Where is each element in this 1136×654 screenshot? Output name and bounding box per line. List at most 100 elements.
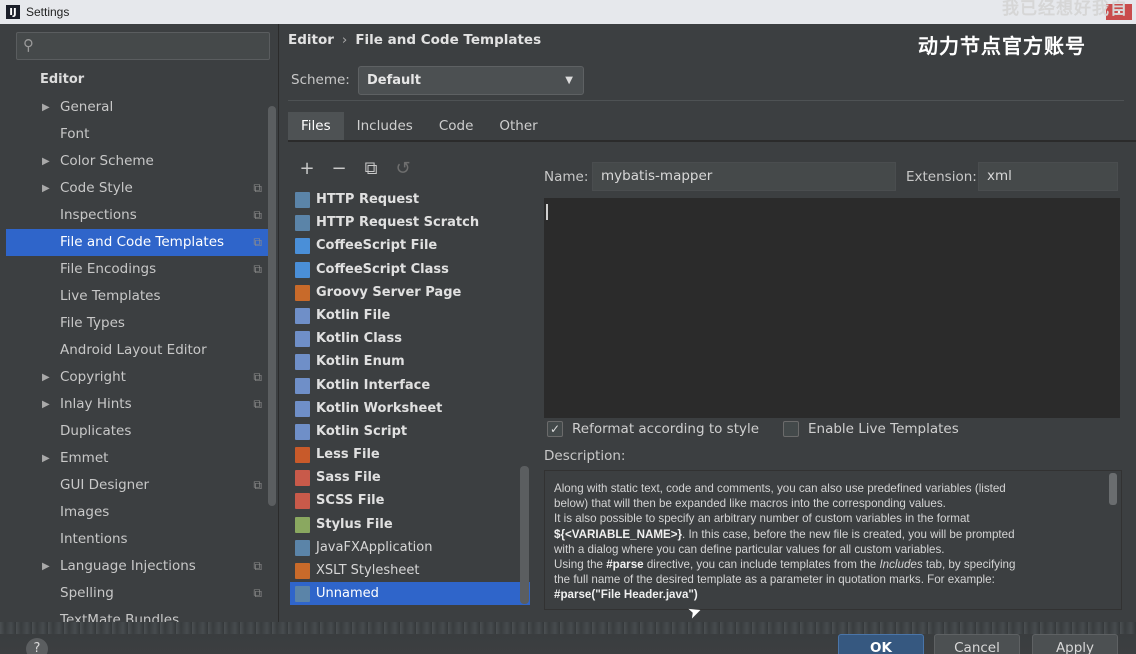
tree-item[interactable]: ▶ Inlay Hints ⧉ [6, 391, 268, 418]
breadcrumb-current: File and Code Templates [355, 32, 542, 48]
apply-button[interactable]: Apply [1032, 634, 1118, 654]
tree-item[interactable]: Intentions [6, 526, 268, 553]
template-list-item[interactable]: JavaFXApplication [290, 536, 530, 559]
template-label: CoffeeScript Class [316, 261, 449, 277]
text-caret [546, 204, 548, 220]
file-template-icon [295, 516, 310, 533]
tree-item[interactable]: Duplicates [6, 418, 268, 445]
template-list-item[interactable]: Unnamed [290, 582, 530, 606]
project-scope-icon: ⧉ [253, 208, 262, 222]
template-list-item[interactable]: Kotlin File [290, 304, 530, 327]
tree-item[interactable]: Font [6, 121, 268, 148]
template-list-item[interactable]: Kotlin Enum [290, 350, 530, 373]
scheme-label: Scheme: [291, 72, 350, 88]
tree-heading-editor[interactable]: Editor [40, 72, 84, 87]
tree-item[interactable]: File Encodings ⧉ [6, 256, 268, 283]
project-scope-icon: ⧉ [253, 397, 262, 411]
tree-item[interactable]: ▶ Copyright ⧉ [6, 364, 268, 391]
tab-files[interactable]: Files [288, 112, 344, 140]
tree-item[interactable]: Live Templates [6, 283, 268, 310]
template-list-item[interactable]: Stylus File [290, 513, 530, 536]
template-list-item[interactable]: SCSS File [290, 489, 530, 512]
template-list-item[interactable]: HTTP Request Scratch [290, 211, 530, 234]
template-list-item[interactable]: HTTP Request [290, 188, 530, 211]
cancel-button[interactable]: Cancel [934, 634, 1020, 654]
tab-other[interactable]: Other [486, 112, 550, 140]
extension-field[interactable]: xml [978, 162, 1118, 191]
expand-arrow-icon[interactable]: ▶ [42, 391, 50, 418]
tree-item-label: Color Scheme [60, 153, 154, 169]
tree-item-label: Inspections [60, 207, 137, 223]
template-list-item[interactable]: CoffeeScript File [290, 234, 530, 257]
tree-item[interactable]: ▶ General [6, 94, 268, 121]
tree-item[interactable]: ▶ Language Injections ⧉ [6, 553, 268, 580]
list-toolbar: + − ⧉ ↺ [298, 158, 412, 179]
tree-item[interactable]: ▶ Emmet [6, 445, 268, 472]
window-title: Settings [26, 5, 70, 19]
description-line: Using the #parse directive, you can incl… [554, 557, 1099, 572]
file-template-icon [295, 331, 310, 348]
template-list-item[interactable]: Kotlin Script [290, 420, 530, 443]
reformat-option[interactable]: ✓ Reformat according to style [547, 421, 759, 437]
expand-arrow-icon[interactable]: ▶ [42, 148, 50, 175]
expand-arrow-icon[interactable]: ▶ [42, 445, 50, 472]
ok-button[interactable]: OK [838, 634, 924, 654]
project-scope-icon: ⧉ [253, 181, 262, 195]
description-line: with a dialog where you can define parti… [554, 542, 945, 556]
file-template-icon [295, 215, 310, 232]
breadcrumb-parent[interactable]: Editor [288, 32, 334, 48]
reset-icon[interactable]: ↺ [394, 158, 412, 179]
template-list-item[interactable]: XSLT Stylesheet [290, 559, 530, 582]
template-label: XSLT Stylesheet [316, 563, 420, 578]
live-templates-checkbox[interactable] [783, 421, 799, 437]
remove-icon[interactable]: − [330, 158, 348, 179]
description-line: Along with static text, code and comment… [554, 482, 1006, 495]
settings-search-input[interactable]: ⚲ [16, 32, 270, 60]
template-list-item[interactable]: Kotlin Interface [290, 374, 530, 397]
expand-arrow-icon[interactable]: ▶ [42, 364, 50, 391]
tree-item[interactable]: File Types [6, 310, 268, 337]
template-list-item[interactable]: Groovy Server Page [290, 281, 530, 304]
live-templates-option[interactable]: Enable Live Templates [783, 421, 959, 437]
tree-item[interactable]: ▶ Code Style ⧉ [6, 175, 268, 202]
tab-code[interactable]: Code [426, 112, 487, 140]
description-line: the full name of the desired template as… [554, 573, 995, 587]
add-icon[interactable]: + [298, 158, 316, 179]
template-list-scrollbar[interactable] [520, 466, 529, 604]
scheme-dropdown[interactable]: Default ▼ [358, 66, 584, 95]
tree-item[interactable]: Images [6, 499, 268, 526]
expand-arrow-icon[interactable]: ▶ [42, 94, 50, 121]
expand-arrow-icon[interactable]: ▶ [42, 553, 50, 580]
panel-divider[interactable] [278, 24, 279, 634]
template-label: HTTP Request [316, 192, 420, 207]
template-list-item[interactable]: Kotlin Worksheet [290, 397, 530, 420]
name-field[interactable]: mybatis-mapper [592, 162, 896, 191]
tab-includes[interactable]: Includes [344, 112, 426, 140]
tree-item[interactable]: Inspections ⧉ [6, 202, 268, 229]
file-template-icon [295, 284, 310, 301]
tree-item[interactable]: Spelling ⧉ [6, 580, 268, 607]
template-list-item[interactable]: Sass File [290, 466, 530, 489]
file-template-icon [295, 192, 310, 208]
description-scrollbar[interactable] [1109, 473, 1117, 505]
template-editor[interactable] [544, 198, 1120, 418]
template-list-item[interactable]: Less File [290, 443, 530, 466]
parse-example: #parse("File Header.java") [554, 588, 698, 602]
template-list-item[interactable]: Kotlin Class [290, 327, 530, 350]
tree-item[interactable]: File and Code Templates ⧉ [6, 229, 268, 256]
reformat-checkbox[interactable]: ✓ [547, 421, 563, 437]
copy-icon[interactable]: ⧉ [362, 158, 380, 179]
tree-item[interactable]: ▶ Color Scheme [6, 148, 268, 175]
template-list-item[interactable]: CoffeeScript Class [290, 258, 530, 281]
template-label: Kotlin Enum [316, 354, 405, 370]
parse-directive: #parse [606, 558, 644, 572]
template-label: SCSS File [316, 493, 385, 509]
description-label: Description: [544, 448, 626, 464]
file-template-icon [295, 470, 310, 487]
expand-arrow-icon[interactable]: ▶ [42, 175, 50, 202]
tree-scrollbar[interactable] [268, 106, 276, 506]
help-button[interactable]: ? [26, 638, 48, 654]
template-label: Kotlin Class [316, 331, 402, 347]
tree-item[interactable]: Android Layout Editor [6, 337, 268, 364]
tree-item[interactable]: GUI Designer ⧉ [6, 472, 268, 499]
